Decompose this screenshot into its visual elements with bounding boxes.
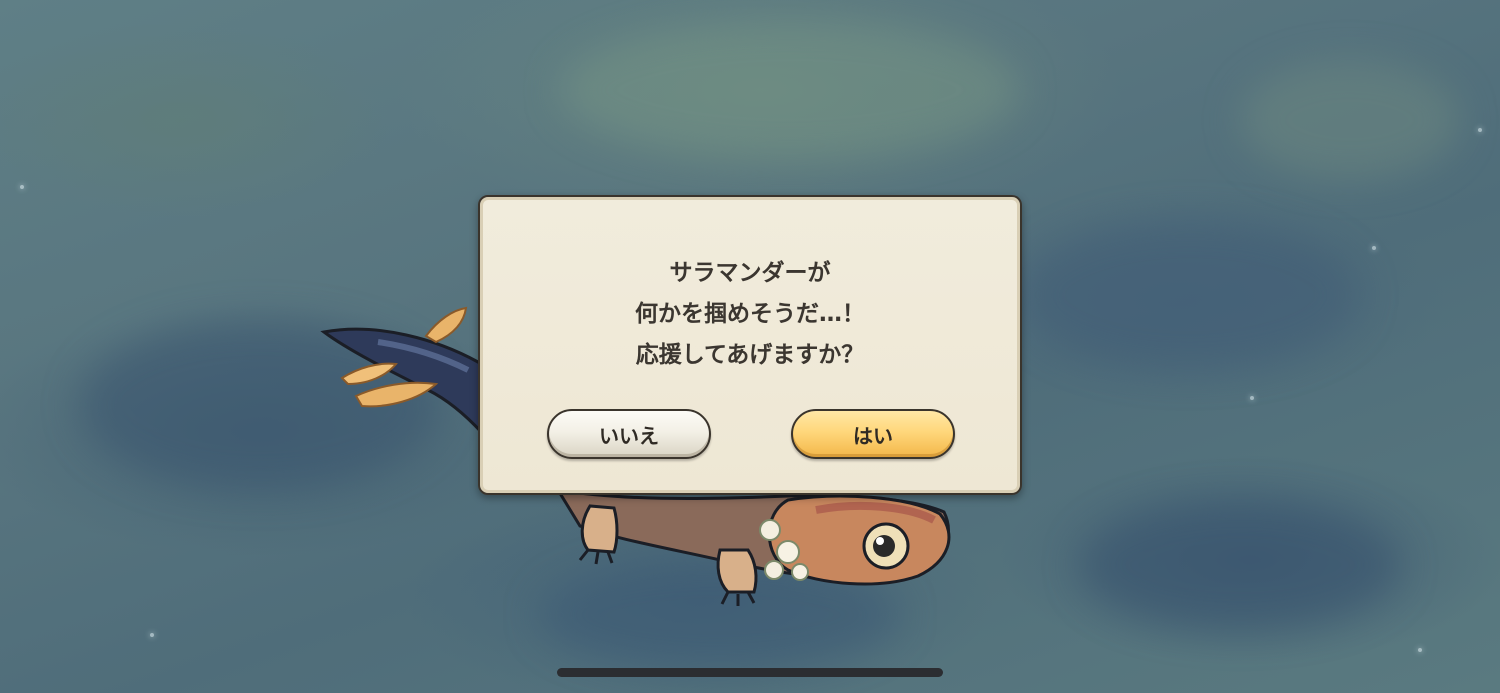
sparkle: [1478, 128, 1482, 132]
background-swirl: [1080, 500, 1400, 630]
yes-button-label: はい: [853, 423, 893, 448]
confirm-dialog: サラマンダーが 何かを掴めそうだ…！ 応援してあげますか？ いいえ はい: [478, 195, 1022, 495]
sparkle: [1418, 648, 1422, 652]
no-button-label: いいえ: [599, 423, 659, 448]
background-swirl: [1020, 220, 1360, 370]
sparkle: [20, 185, 24, 189]
yes-button[interactable]: はい: [791, 409, 955, 459]
background-swirl: [1240, 60, 1460, 180]
background-swirl: [560, 20, 1020, 160]
dialog-message-line: サラマンダーが: [669, 260, 831, 286]
dialog-message: サラマンダーが 何かを掴めそうだ…！ 応援してあげますか？: [480, 253, 1020, 376]
dialog-message-line: 何かを掴めそうだ…！: [635, 301, 865, 327]
game-scene: サラマンダーが 何かを掴めそうだ…！ 応援してあげますか？ いいえ はい: [0, 0, 1500, 693]
sparkle: [1250, 396, 1254, 400]
sparkle: [1372, 246, 1376, 250]
sparkle: [150, 633, 154, 637]
dialog-message-line: 応援してあげますか？: [635, 342, 865, 368]
no-button[interactable]: いいえ: [547, 409, 711, 459]
home-indicator[interactable]: [557, 668, 943, 677]
